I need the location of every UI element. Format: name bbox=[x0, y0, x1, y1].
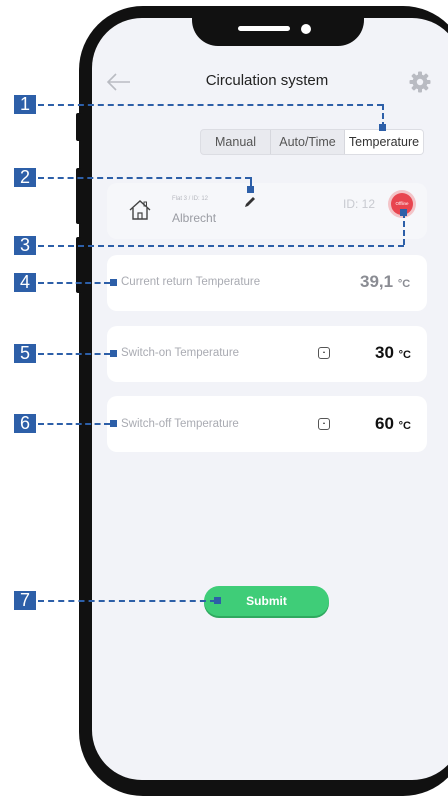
current-temperature-value: 39,1 °C bbox=[360, 272, 410, 292]
info-icon[interactable] bbox=[318, 418, 330, 430]
callout-5: 5 bbox=[14, 344, 36, 363]
pencil-icon[interactable] bbox=[243, 195, 257, 209]
tab-temperature[interactable]: Temperature bbox=[345, 130, 423, 154]
tab-auto-time[interactable]: Auto/Time bbox=[271, 130, 345, 154]
callout-marker bbox=[247, 186, 254, 193]
flat-name: Albrecht bbox=[172, 211, 217, 225]
callout-marker bbox=[379, 124, 386, 131]
callout-marker bbox=[110, 350, 117, 357]
callout-marker bbox=[110, 420, 117, 427]
switch-on-label: Switch-on Temperature bbox=[121, 347, 240, 359]
callout-6: 6 bbox=[14, 414, 36, 433]
flat-id: ID: 12 bbox=[343, 197, 376, 211]
callout-line bbox=[38, 353, 110, 355]
callout-4: 4 bbox=[14, 273, 36, 292]
callout-line bbox=[38, 600, 216, 602]
submit-button[interactable]: Submit bbox=[204, 586, 329, 616]
page-title: Circulation system bbox=[205, 72, 329, 89]
callout-1: 1 bbox=[14, 95, 36, 114]
callout-7: 7 bbox=[14, 591, 36, 610]
camera-dot bbox=[301, 24, 311, 34]
switch-off-label: Switch-off Temperature bbox=[121, 418, 239, 430]
switch-off-value[interactable]: 60 °C bbox=[375, 414, 411, 434]
speaker-grille bbox=[238, 26, 290, 31]
callout-line bbox=[38, 423, 110, 425]
gear-icon[interactable] bbox=[408, 70, 432, 94]
switch-off-number: 60 bbox=[375, 414, 394, 433]
callout-marker bbox=[110, 279, 117, 286]
callout-2: 2 bbox=[14, 168, 36, 187]
callout-line bbox=[403, 212, 405, 245]
flat-subtitle: Flat 3 / ID: 12 bbox=[172, 196, 209, 202]
callout-marker bbox=[214, 597, 221, 604]
current-temperature-number: 39,1 bbox=[360, 272, 394, 291]
callout-line bbox=[38, 282, 110, 284]
mode-segmented-control: Manual Auto/Time Temperature bbox=[200, 129, 424, 155]
switch-on-number: 30 bbox=[375, 343, 394, 362]
tab-manual[interactable]: Manual bbox=[201, 130, 271, 154]
flat-card[interactable] bbox=[107, 183, 427, 239]
phone-side-button bbox=[76, 113, 81, 141]
callout-3: 3 bbox=[14, 236, 36, 255]
callout-line bbox=[38, 104, 383, 106]
callout-line bbox=[38, 245, 404, 247]
current-temperature-label: Current return Temperature bbox=[121, 276, 261, 288]
house-icon bbox=[127, 197, 153, 223]
callout-marker bbox=[400, 209, 407, 216]
callout-line bbox=[38, 177, 251, 179]
info-icon[interactable] bbox=[318, 347, 330, 359]
switch-on-value[interactable]: 30 °C bbox=[375, 343, 411, 363]
switch-on-unit: °C bbox=[398, 349, 411, 361]
current-temperature-unit: °C bbox=[397, 278, 411, 290]
status-label: Offline bbox=[395, 201, 409, 206]
arrow-left-icon[interactable] bbox=[104, 70, 132, 94]
switch-off-unit: °C bbox=[398, 420, 411, 432]
